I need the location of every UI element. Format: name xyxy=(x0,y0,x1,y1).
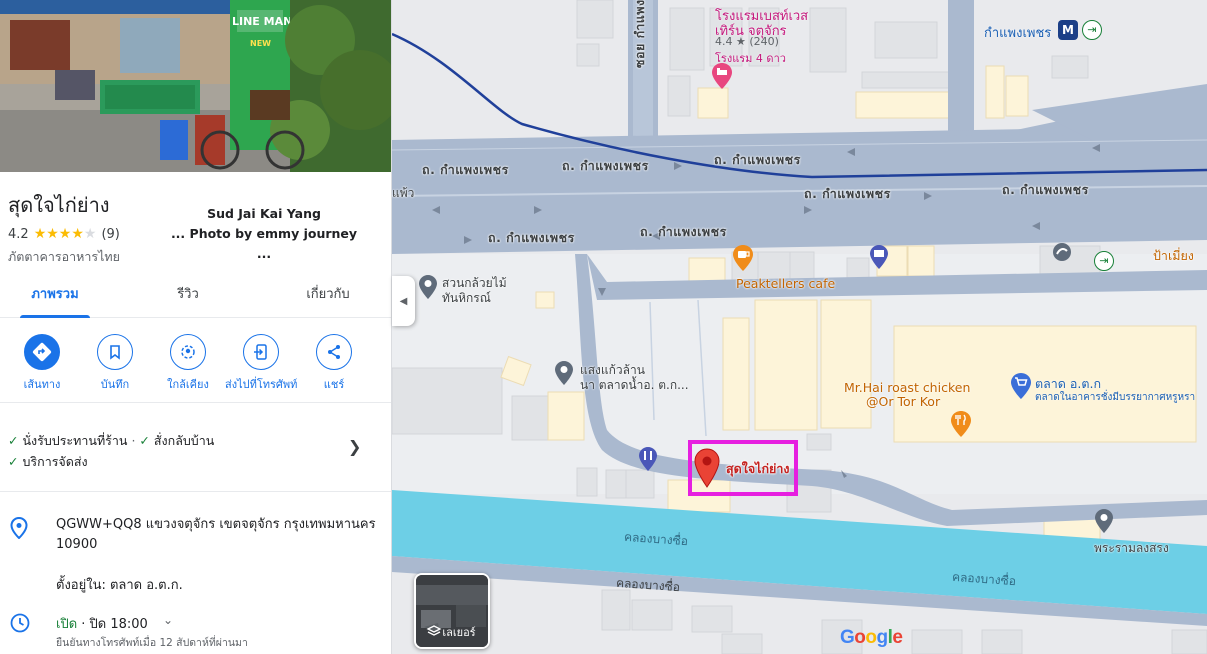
cafe-marker-icon[interactable] xyxy=(732,244,754,272)
poi-gray-icon[interactable] xyxy=(1052,242,1072,262)
road-label-main-1: ถ. กำแพงเพชร xyxy=(422,162,509,177)
restaurant-marker-icon[interactable] xyxy=(950,410,972,438)
service-row-2: ✓ บริการจัดส่ง xyxy=(8,451,368,472)
station-label[interactable]: กำแพงเพชร xyxy=(984,22,1051,43)
service-delivery: บริการจัดส่ง xyxy=(22,454,88,469)
review-count[interactable]: (9) xyxy=(101,227,119,242)
service-options[interactable]: ✓ นั่งรับประทานที่ร้าน · ✓ สั่งกลับบ้าน ✓ บ… xyxy=(8,430,368,472)
poi-marker-icon[interactable] xyxy=(554,360,574,386)
map-base xyxy=(392,0,1207,654)
send-to-phone-icon xyxy=(243,334,279,370)
check-icon: ✓ xyxy=(139,433,150,448)
sangkaew-label-2[interactable]: นา ตลาดน้ำอ. ต.ก... xyxy=(580,376,689,395)
send-to-phone-label: ส่งไปที่โทรศัพท์ xyxy=(225,378,298,391)
share-button[interactable]: แชร์ xyxy=(298,334,370,393)
map-canvas[interactable]: ซอย กำแพงเพชร 1 ถ. กำแพงเพชร ถ. กำแพงเพช… xyxy=(392,0,1207,654)
address-text: QGWW+QQ8 แขวงจตุจักร เขตจตุจักร กรุงเทพม… xyxy=(56,517,376,552)
road-label-main-5: ถ. กำแพงเพชร xyxy=(1002,182,1089,197)
action-bar: เส้นทาง บันทึก ใกล้เคียง ส่งไปที่โทรศัพท… xyxy=(0,334,391,402)
hours-status: เปิด xyxy=(56,617,78,632)
collapse-panel-button[interactable]: ◀ xyxy=(392,276,415,326)
star-rating-icon: ★★★★★ xyxy=(33,226,97,242)
road-label-main-4: ถ. กำแพงเพชร xyxy=(804,186,891,201)
directions-label: เส้นทาง xyxy=(23,378,61,391)
share-label: แชร์ xyxy=(323,378,345,391)
location-pin-icon xyxy=(10,517,28,539)
service-row-1: ✓ นั่งรับประทานที่ร้าน · ✓ สั่งกลับบ้าน xyxy=(8,430,368,451)
nearby-icon xyxy=(170,334,206,370)
check-icon: ✓ xyxy=(8,433,19,448)
rating-row[interactable]: 4.2 ★★★★★ (9) xyxy=(8,226,120,242)
share-icon xyxy=(316,334,352,370)
divider xyxy=(0,491,391,492)
service-dine-in: นั่งรับประทานที่ร้าน xyxy=(22,433,128,448)
peaktellers-label[interactable]: Peaktellers cafe xyxy=(736,276,835,291)
hero-sign-line2: NEW xyxy=(250,39,271,48)
tab-bar: ภาพรวม รีวิว เกี่ยวกับ xyxy=(0,278,391,318)
bookmark-icon xyxy=(97,334,133,370)
road-label-main-7: ถ. กำแพงเพชร xyxy=(640,224,727,239)
pamuang-label[interactable]: ป้าเมี่ยง xyxy=(1153,246,1194,266)
storefront-photo: LINE MAN NEW xyxy=(0,0,391,172)
restroom-marker-icon[interactable] xyxy=(638,446,658,472)
chevron-right-icon[interactable]: ❯ xyxy=(348,437,361,456)
hours-close: · ปิด 18:00 xyxy=(77,617,148,632)
hotel-rating: 4.4 ★ (240) xyxy=(715,35,779,48)
market-sublabel: ตลาดในอาคารชั่งมีบรรยากาศหรูหรา xyxy=(1035,392,1196,403)
hours-note: ยืนยันทางโทรศัพท์เมื่อ 12 สัปดาห์ที่ผ่าน… xyxy=(56,637,248,649)
photo-credit-line-1: Sud Jai Kai Yang xyxy=(207,206,321,221)
mrhai-label-2[interactable]: @Or Tor Kor xyxy=(866,394,940,409)
photo-credit: Sud Jai Kai Yang ... Photo by emmy journ… xyxy=(162,204,366,264)
service-separator: · xyxy=(131,433,136,448)
photo-credit-line-2: ... Photo by emmy journey ... xyxy=(170,226,358,261)
check-icon: ✓ xyxy=(8,454,19,469)
market-marker-icon[interactable] xyxy=(1010,372,1032,400)
hero-sign-line1: LINE MAN xyxy=(232,15,292,28)
directions-icon xyxy=(24,334,60,370)
divider xyxy=(0,402,391,403)
located-in-text[interactable]: ตั้งอยู่ใน: ตลาด อ.ต.ก. xyxy=(56,574,183,595)
edge-label: แพ้ว xyxy=(392,186,415,200)
garden-label-2[interactable]: ทันหิกรณ์ xyxy=(442,289,491,308)
road-label-soi: ซอย กำแพงเพชร 1 xyxy=(632,0,647,68)
road-label-main-6: ถ. กำแพงเพชร xyxy=(488,230,575,245)
rating-value: 4.2 xyxy=(8,226,29,242)
poi-marker-icon[interactable] xyxy=(1094,508,1114,534)
chevron-down-icon[interactable]: ⌄ xyxy=(163,613,173,627)
entrance-icon-2[interactable]: ⇥ xyxy=(1094,251,1114,271)
service-takeout: สั่งกลับบ้าน xyxy=(153,433,215,448)
save-button[interactable]: บันทึก xyxy=(79,334,151,393)
highlight-box xyxy=(688,440,798,496)
clock-icon xyxy=(10,613,30,633)
layers-button[interactable]: เลเยอร์ xyxy=(414,573,490,649)
directions-button[interactable]: เส้นทาง xyxy=(6,334,78,393)
atm-marker-icon[interactable] xyxy=(869,244,889,270)
google-logo: Google xyxy=(840,627,903,648)
layers-label: เลเยอร์ xyxy=(442,626,476,639)
place-title: สุดใจไก่ย่าง xyxy=(8,193,110,217)
save-label: บันทึก xyxy=(100,378,130,391)
nearby-button[interactable]: ใกล้เคียง xyxy=(152,334,224,393)
entrance-icon[interactable]: ⇥ xyxy=(1082,20,1102,40)
nearby-label: ใกล้เคียง xyxy=(167,378,209,391)
tab-about[interactable]: เกี่ยวกับ xyxy=(290,278,366,318)
praram-label[interactable]: พระรามลงสรง xyxy=(1094,539,1169,558)
chevron-left-icon: ◀ xyxy=(399,295,408,307)
mrhai-label-1[interactable]: Mr.Hai roast chicken xyxy=(844,380,970,395)
road-label-main-2: ถ. กำแพงเพชร xyxy=(562,158,649,173)
road-label-main-3: ถ. กำแพงเพชร xyxy=(714,152,801,167)
place-photo[interactable]: LINE MAN NEW xyxy=(0,0,391,172)
tab-overview[interactable]: ภาพรวม xyxy=(20,278,90,318)
garden-marker-icon[interactable] xyxy=(418,274,438,300)
hotel-marker-icon[interactable] xyxy=(711,62,733,90)
hours-text: เปิด · ปิด 18:00 xyxy=(56,613,148,634)
place-category[interactable]: ภัตตาคารอาหารไทย xyxy=(8,247,120,267)
place-panel: LINE MAN NEW สุดใจไก่ย่าง Sud Jai Kai Ya… xyxy=(0,0,392,654)
tab-reviews[interactable]: รีวิว xyxy=(160,278,216,318)
send-to-phone-button[interactable]: ส่งไปที่โทรศัพท์ xyxy=(225,334,297,393)
metro-icon[interactable]: M xyxy=(1058,20,1078,40)
